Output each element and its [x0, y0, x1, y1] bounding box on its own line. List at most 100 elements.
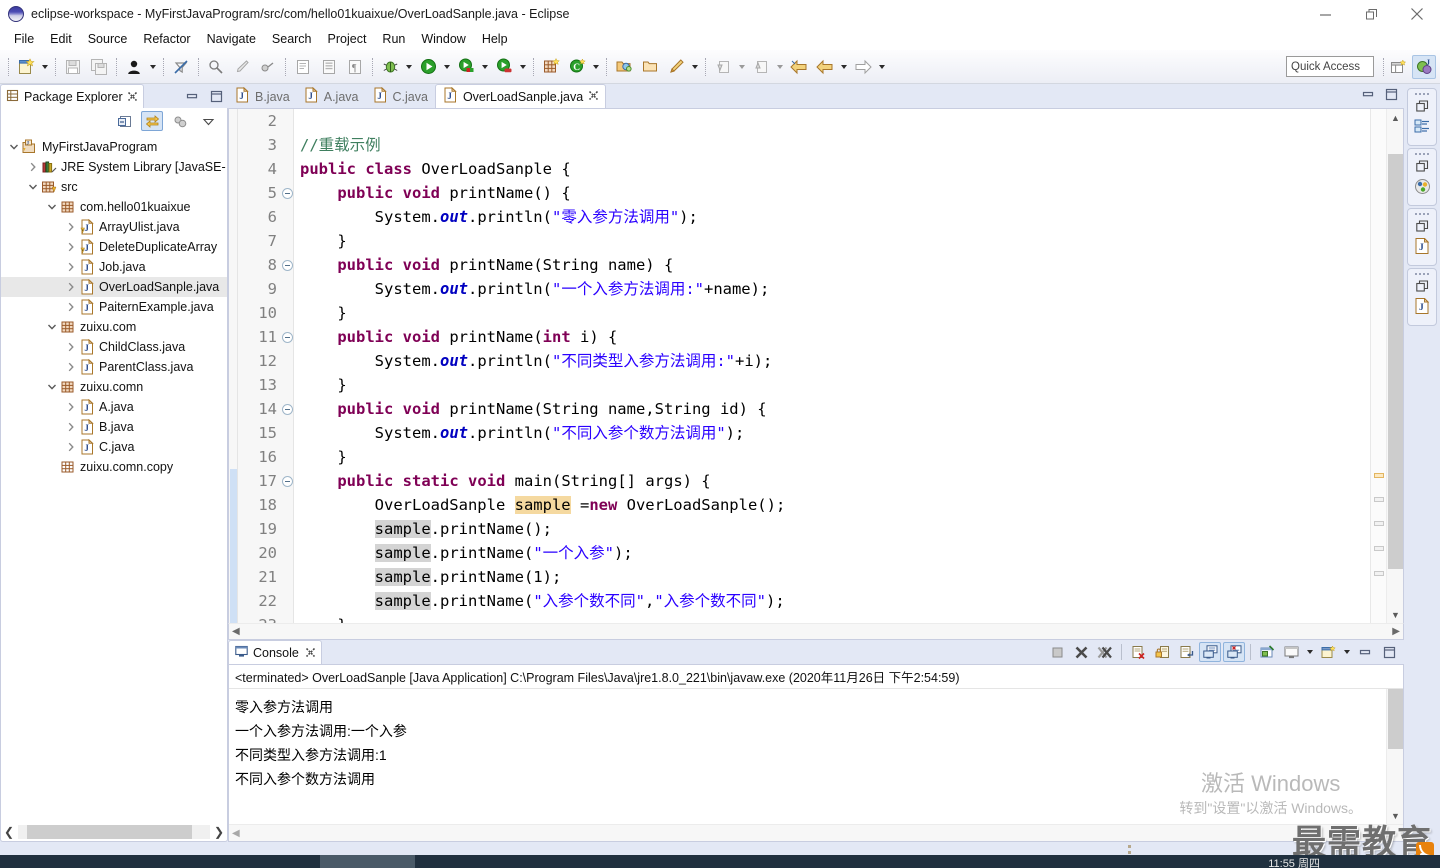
- code-line[interactable]: }: [300, 613, 1370, 623]
- code-line[interactable]: //重载示例: [300, 133, 1370, 157]
- chevron-right-icon[interactable]: [64, 217, 78, 237]
- code-editor[interactable]: 23456789101112131415161718192021222324 /…: [228, 108, 1404, 623]
- save-icon[interactable]: [61, 55, 85, 79]
- minimize-icon[interactable]: [1362, 88, 1375, 106]
- console-vscroll-thumb[interactable]: [1388, 689, 1403, 749]
- scroll-up-icon[interactable]: ▲: [1387, 109, 1403, 126]
- tree-item[interactable]: J Job.java: [1, 257, 227, 277]
- tree-item[interactable]: zuixu.com: [1, 317, 227, 337]
- back-icon[interactable]: [787, 55, 811, 79]
- external-tools-icon[interactable]: [492, 55, 516, 79]
- chevron-right-icon[interactable]: [64, 257, 78, 277]
- tree-item[interactable]: zuixu.comn.copy: [1, 457, 227, 477]
- previous-annotation-dropdown[interactable]: [736, 55, 747, 79]
- tree-item[interactable]: J C.java: [1, 437, 227, 457]
- tree-item[interactable]: zuixu.comn: [1, 377, 227, 397]
- editor-tab[interactable]: J A.java: [296, 85, 366, 108]
- remove-all-terminated-icon[interactable]: [1094, 642, 1116, 662]
- overview-marker[interactable]: [1374, 497, 1384, 502]
- chevron-right-icon[interactable]: [64, 237, 78, 257]
- coverage-dropdown[interactable]: [479, 55, 490, 79]
- chevron-right-icon[interactable]: [64, 297, 78, 317]
- folding-ruler[interactable]: [280, 109, 294, 623]
- list-icon[interactable]: [317, 55, 341, 79]
- code-line[interactable]: public void printName() {: [300, 181, 1370, 205]
- code-line[interactable]: }: [300, 373, 1370, 397]
- code-line[interactable]: sample.printName();: [300, 517, 1370, 541]
- hscroll-thumb[interactable]: [27, 824, 192, 839]
- open-perspective-button[interactable]: [1386, 55, 1410, 79]
- coverage-icon[interactable]: [454, 55, 478, 79]
- previous-annotation-icon[interactable]: [711, 55, 735, 79]
- scroll-lock-icon[interactable]: [1151, 642, 1173, 662]
- code-line[interactable]: public void printName(String name,String…: [300, 397, 1370, 421]
- tree-item[interactable]: J MyFirstJavaProgram: [1, 137, 227, 157]
- new-class-icon[interactable]: C: [565, 55, 589, 79]
- code-line[interactable]: }: [300, 301, 1370, 325]
- forward-dropdown[interactable]: [876, 55, 887, 79]
- java-perspective-button[interactable]: J: [1412, 55, 1436, 79]
- java-editor-icon-2[interactable]: J: [1412, 296, 1432, 316]
- code-line[interactable]: System.out.println("零入参方法调用");: [300, 205, 1370, 229]
- quick-access-input[interactable]: Quick Access: [1286, 56, 1374, 77]
- menu-help[interactable]: Help: [474, 30, 516, 48]
- fastview-outline[interactable]: [1407, 88, 1437, 146]
- restore-button[interactable]: [1348, 0, 1394, 28]
- fold-collapse-icon[interactable]: [282, 260, 293, 271]
- menu-edit[interactable]: Edit: [42, 30, 80, 48]
- close-icon[interactable]: [305, 646, 315, 660]
- editor-tab[interactable]: J B.java: [228, 85, 297, 108]
- chevron-down-icon[interactable]: [45, 377, 59, 397]
- overview-ruler[interactable]: [1370, 109, 1386, 623]
- restore-icon[interactable]: [1414, 218, 1430, 234]
- next-annotation-icon[interactable]: [749, 55, 773, 79]
- minimize-icon[interactable]: [1354, 642, 1376, 662]
- code-line[interactable]: public void printName(int i) {: [300, 325, 1370, 349]
- next-annotation-dropdown[interactable]: [774, 55, 785, 79]
- code-line[interactable]: sample.printName("入参个数不同","入参个数不同");: [300, 589, 1370, 613]
- scroll-down-icon[interactable]: ▼: [1387, 807, 1404, 824]
- editor-tab[interactable]: J OverLoadSanple.java: [434, 84, 607, 108]
- fastview-java-editor-1[interactable]: J: [1407, 208, 1437, 266]
- close-icon[interactable]: [589, 90, 599, 103]
- restore-icon[interactable]: [1414, 158, 1430, 174]
- collapse-all-icon[interactable]: [113, 111, 135, 131]
- run-dropdown[interactable]: [441, 55, 452, 79]
- tab-package-explorer[interactable]: Package Explorer: [0, 84, 144, 108]
- code-line[interactable]: sample.printName(1);: [300, 565, 1370, 589]
- editor-vscrollbar[interactable]: ▲ ▼: [1386, 109, 1403, 623]
- tree-item[interactable]: J ParentClass.java: [1, 357, 227, 377]
- close-button[interactable]: [1394, 0, 1440, 28]
- person-icon[interactable]: [122, 55, 146, 79]
- drag-handle[interactable]: [1413, 91, 1431, 97]
- display-selected-console-dropdown[interactable]: [1304, 642, 1315, 662]
- fold-collapse-icon[interactable]: [282, 476, 293, 487]
- link-icon[interactable]: [256, 55, 280, 79]
- terminate-icon[interactable]: [1046, 642, 1068, 662]
- console-body[interactable]: <terminated> OverLoadSanple [Java Applic…: [228, 664, 1404, 842]
- back-plain-icon[interactable]: [813, 55, 837, 79]
- fastview-properties[interactable]: [1407, 148, 1437, 206]
- remove-launch-icon[interactable]: [1070, 642, 1092, 662]
- new-wizard-dropdown[interactable]: [39, 55, 50, 79]
- tree-item[interactable]: J ArrayUlist.java: [1, 217, 227, 237]
- menu-window[interactable]: Window: [413, 30, 473, 48]
- overview-marker[interactable]: [1374, 546, 1384, 551]
- tree-item[interactable]: J PaiternExample.java: [1, 297, 227, 317]
- chevron-right-icon[interactable]: [64, 397, 78, 417]
- maximize-icon[interactable]: [1378, 642, 1400, 662]
- menu-refactor[interactable]: Refactor: [135, 30, 198, 48]
- code-line[interactable]: System.out.println("一个入参方法调用:"+name);: [300, 277, 1370, 301]
- overview-marker[interactable]: [1374, 521, 1384, 526]
- chevron-right-icon[interactable]: [64, 277, 78, 297]
- brush-icon[interactable]: [230, 55, 254, 79]
- code-line[interactable]: [300, 109, 1370, 133]
- external-tools-dropdown[interactable]: [517, 55, 528, 79]
- annotation-icon[interactable]: [204, 55, 228, 79]
- no-filter-icon[interactable]: [169, 55, 193, 79]
- code-line[interactable]: }: [300, 445, 1370, 469]
- show-console-on-output-icon[interactable]: [1199, 642, 1221, 662]
- menu-search[interactable]: Search: [264, 30, 320, 48]
- maximize-icon[interactable]: [1385, 88, 1398, 106]
- editor-tab[interactable]: J C.java: [365, 85, 435, 108]
